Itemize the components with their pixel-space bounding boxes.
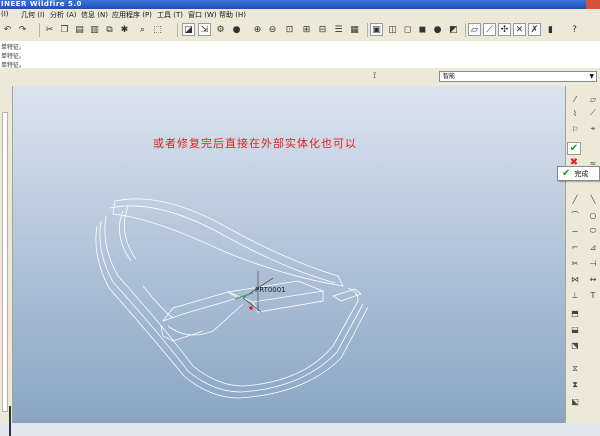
filter-icon[interactable]: ⟟ — [373, 71, 376, 81]
divide-icon[interactable]: ⊣ — [587, 258, 599, 268]
line-tool-icon[interactable]: ╲ — [587, 194, 599, 204]
done-button[interactable]: ✔ 完成 — [557, 166, 600, 181]
zoom-out-icon[interactable]: ⊖ — [266, 23, 279, 36]
extrude-icon[interactable]: ⬒ — [569, 308, 581, 318]
trim-icon[interactable]: ✂ — [569, 258, 581, 268]
menu-item-tools[interactable]: 工具 (T) — [157, 10, 183, 20]
close-window-button[interactable] — [586, 0, 600, 9]
sketch-icon[interactable]: ⁄ — [569, 94, 581, 104]
menu-bar: (I) 几何 (I) 分析 (A) 信息 (N) 应用程序 (P) 工具 (T)… — [0, 9, 600, 20]
model-tree-panel — [0, 86, 13, 436]
cut-icon[interactable]: ✂ — [43, 23, 56, 36]
title-bar: INEER Wildfire 5.0 — [0, 0, 600, 9]
dimension-icon[interactable]: ↔ — [587, 274, 599, 284]
datum-planes-icon[interactable]: ▱ — [468, 23, 481, 36]
appearance-icon[interactable]: ● — [431, 23, 444, 36]
reorient-icon[interactable]: ⊞ — [300, 23, 313, 36]
find-icon[interactable]: ⌕ — [136, 23, 149, 36]
menu-item-edit[interactable]: (I) — [1, 10, 9, 18]
chevron-down-icon: ▼ — [589, 73, 594, 80]
constraint-icon[interactable]: ⊥ — [569, 290, 581, 300]
shading-icon[interactable]: ◼ — [416, 23, 429, 36]
refit-icon[interactable]: ⊡ — [283, 23, 296, 36]
intersect-icon[interactable]: ⧗ — [569, 380, 581, 390]
message-area: 单特征。 单特征。 单特征。 — [0, 41, 600, 69]
menu-item-analysis[interactable]: 分析 (A) — [50, 10, 76, 20]
datum-axes-icon[interactable]: ⟋ — [483, 23, 496, 36]
menu-item-window[interactable]: 窗口 (W) — [188, 10, 217, 20]
line-icon[interactable]: ╱ — [569, 194, 581, 204]
color-icon[interactable]: ◩ — [447, 23, 460, 36]
sweep-icon[interactable]: ⬔ — [569, 340, 581, 350]
chamfer-icon[interactable]: ⊿ — [587, 242, 599, 252]
spline-icon[interactable]: ∼ — [569, 226, 581, 236]
context-help-icon[interactable]: ? — [568, 23, 581, 36]
axis-icon[interactable]: ⟋ — [587, 108, 599, 118]
layers-icon[interactable]: ☰ — [332, 23, 345, 36]
hidden-line-icon[interactable]: ◫ — [386, 23, 399, 36]
color-palette-icon[interactable]: ▮ — [544, 23, 557, 36]
coordinate-systems-icon[interactable]: ✕ — [513, 23, 526, 36]
wireframe-model: PRT0001 — [95, 198, 369, 399]
selection-filter-dropdown[interactable]: 智能 ▼ — [439, 71, 597, 82]
curve-icon[interactable]: ⌇ — [569, 108, 581, 118]
saved-views-icon[interactable]: ⊟ — [316, 23, 329, 36]
fillet-icon[interactable]: ⌐ — [569, 242, 581, 252]
check-icon: ✔ — [562, 168, 571, 179]
filter-bar: ⟟ 智能 ▼ — [0, 68, 600, 87]
view-manager-icon[interactable]: ▦ — [348, 23, 361, 36]
repaint-icon[interactable]: ◪ — [182, 23, 195, 36]
arc-icon[interactable]: ⌒ — [569, 210, 581, 220]
copy-icon[interactable]: ❐ — [58, 23, 71, 36]
selection-box-icon[interactable]: ⬚ — [151, 23, 164, 36]
csys-icon[interactable]: ⌖ — [587, 124, 599, 134]
zoom-in-icon[interactable]: ⊕ — [251, 23, 264, 36]
menu-item-geometry[interactable]: 几何 (I) — [21, 10, 45, 20]
redo-icon[interactable]: ↷ — [16, 23, 29, 36]
main-toolbar: ↶ ↷ ✂ ❐ ▤ ▥ ⧉ ✱ ⌕ ⬚ ◪ ⇲ ⚙ ● ⊕ ⊖ ⊡ ⊞ ⊟ ☰ … — [0, 20, 600, 42]
selection-filter-value: 智能 — [443, 73, 456, 80]
annotations-icon[interactable]: ✗ — [528, 23, 541, 36]
toolbar-separator — [177, 23, 178, 37]
point-icon[interactable]: ⚐ — [569, 124, 581, 134]
ellipse-icon[interactable]: ⬭ — [587, 226, 599, 236]
panel-splitter[interactable] — [9, 406, 11, 436]
undo-icon[interactable]: ↶ — [1, 23, 14, 36]
paste-special-icon[interactable]: ▥ — [88, 23, 101, 36]
menu-item-applications[interactable]: 应用程序 (P) — [112, 10, 152, 20]
feature-toolbar: ⁄ ▱ ⌇ ⟋ ⚐ ⌖ ≈ ╱ ╲ ⌒ ○ ∼ ⬭ ⌐ ⊿ ✂ ⊣ ⋈ ↔ ⊥ … — [565, 86, 600, 423]
solidify-icon[interactable]: ⬕ — [569, 396, 581, 406]
menu-item-info[interactable]: 信息 (N) — [81, 10, 108, 20]
toolbar-separator — [367, 23, 368, 37]
toolbar-separator — [39, 23, 40, 37]
datum-points-icon[interactable]: ✣ — [498, 23, 511, 36]
circle-icon[interactable]: ○ — [587, 210, 599, 220]
paste-icon[interactable]: ▤ — [73, 23, 86, 36]
mirror-icon[interactable]: ⋈ — [569, 274, 581, 284]
revolve-icon[interactable]: ⬓ — [569, 324, 581, 334]
orient-mode-icon[interactable]: ⚙ — [214, 23, 227, 36]
toolbar-separator — [465, 23, 466, 37]
graphics-window[interactable]: 或者修复完后直接在外部实体化也可以 PRT0001 — [13, 86, 565, 423]
no-hidden-icon[interactable]: ◻ — [401, 23, 414, 36]
text-icon[interactable]: T — [587, 290, 599, 300]
window-title: INEER Wildfire 5.0 — [1, 0, 82, 8]
confirm-check-button[interactable]: ✔ — [567, 142, 581, 155]
shade-icon[interactable]: ● — [230, 23, 243, 36]
done-label: 完成 — [574, 169, 589, 178]
message-line: 单特征。 — [1, 53, 26, 60]
regenerate-icon[interactable]: ✱ — [118, 23, 131, 36]
merge-icon[interactable]: ⧖ — [569, 364, 581, 374]
csys-label: PRT0001 — [255, 286, 286, 294]
message-line: 单特征。 — [1, 44, 26, 51]
mirror-icon[interactable]: ⧉ — [103, 23, 116, 36]
model-tree-strip[interactable] — [2, 112, 8, 412]
spin-center-icon[interactable]: ⇲ — [198, 23, 211, 36]
menu-item-help[interactable]: 帮助 (H) — [219, 10, 246, 20]
plane-icon[interactable]: ▱ — [587, 94, 599, 104]
wireframe-icon[interactable]: ▣ — [370, 23, 383, 36]
